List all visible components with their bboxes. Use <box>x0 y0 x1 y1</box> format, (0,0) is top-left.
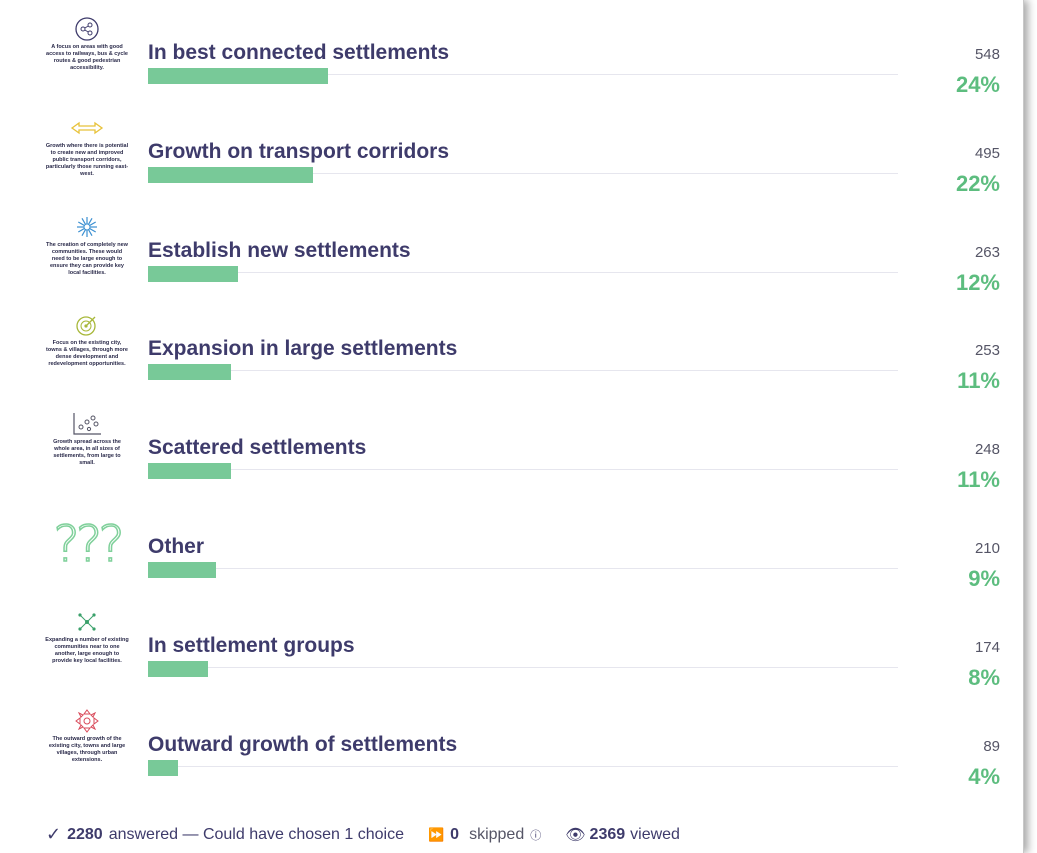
option-thumbnail: Focus on the existing city, towns & vill… <box>44 312 130 394</box>
vote-percentage: 4% <box>968 763 1000 789</box>
bar-track <box>148 469 898 471</box>
vote-count: 253 <box>974 342 1000 360</box>
option-caption: Growth where there is potential to creat… <box>45 142 129 177</box>
vote-count: 174 <box>974 638 1000 656</box>
check-icon: ✓ <box>46 824 62 844</box>
vote-percentage: 12% <box>955 269 1000 295</box>
option-thumbnail: ??? <box>44 510 130 592</box>
viewed-text: viewed <box>630 825 680 843</box>
option-caption: The creation of completely new communiti… <box>46 241 128 276</box>
skipped-count: 0 <box>450 825 460 843</box>
bar-track <box>148 666 898 668</box>
vote-count: 548 <box>974 46 1000 63</box>
result-bar <box>148 265 238 282</box>
option-caption: Growth spread across the whole area, in … <box>53 439 121 467</box>
vote-count: 248 <box>974 441 1000 459</box>
result-row: A focus on areas with good access to rai… <box>0 10 1023 109</box>
answered-count: 2280 <box>67 825 103 843</box>
option-label: Establish new settlements <box>148 238 411 262</box>
cluster-icon <box>75 609 99 635</box>
result-row: The creation of completely new communiti… <box>0 208 1023 307</box>
option-thumbnail: Expanding a number of existing communiti… <box>44 609 130 691</box>
result-bar <box>148 759 178 776</box>
result-bar <box>148 562 216 578</box>
option-caption: Expanding a number of existing communiti… <box>45 636 129 664</box>
option-caption: The outward growth of the existing city,… <box>48 735 126 763</box>
option-caption: Focus on the existing city, towns & vill… <box>46 340 128 368</box>
option-thumbnail: The creation of completely new communiti… <box>44 214 130 296</box>
option-caption: A focus on areas with good access to rai… <box>46 44 128 71</box>
scatter-plot-icon <box>71 411 103 437</box>
starburst-icon <box>75 214 99 240</box>
result-bar <box>148 364 231 381</box>
bar-track <box>148 765 898 767</box>
option-label: Other <box>148 535 205 558</box>
option-label: Growth on transport corridors <box>148 139 450 163</box>
result-row: Growth where there is potential to creat… <box>0 109 1023 208</box>
question-marks-icon: ??? <box>52 515 125 573</box>
info-icon[interactable]: ⓘ <box>530 827 541 843</box>
option-thumbnail: Growth spread across the whole area, in … <box>44 411 130 493</box>
eye-icon: 👁 <box>565 826 586 844</box>
answered-text: answered — Could have chosen 1 choice <box>108 825 404 843</box>
network-icon <box>74 16 100 42</box>
viewed-count: 2369 <box>589 825 626 843</box>
option-label: Expansion in large settlements <box>148 337 458 361</box>
option-label: In best connected settlements <box>148 41 450 64</box>
option-label: In settlement groups <box>148 633 355 657</box>
vote-percentage: 11% <box>957 467 1000 493</box>
vote-percentage: 22% <box>955 170 1000 196</box>
vote-percentage: 24% <box>955 72 1000 97</box>
bar-track <box>148 271 898 273</box>
vote-percentage: 8% <box>968 664 1000 690</box>
skipped-text: skipped <box>469 825 525 843</box>
option-label: Outward growth of settlements <box>148 732 458 756</box>
option-thumbnail: A focus on areas with good access to rai… <box>44 16 130 98</box>
result-row: Growth spread across the whole area, in … <box>0 405 1023 504</box>
result-row: ??? Other 210 9% <box>0 504 1023 603</box>
option-label: Scattered settlements <box>148 436 367 460</box>
result-row: The outward growth of the existing city,… <box>0 702 1023 801</box>
double-arrow-icon <box>70 115 104 141</box>
skip-icon: ⏩ <box>427 826 445 842</box>
vote-percentage: 9% <box>968 566 1000 591</box>
vote-count: 89 <box>983 737 1000 755</box>
bar-track <box>148 370 898 372</box>
result-row: Expanding a number of existing communiti… <box>0 603 1023 702</box>
option-thumbnail: Growth where there is potential to creat… <box>44 115 130 197</box>
results-panel: A focus on areas with good access to rai… <box>0 0 1024 853</box>
result-bar <box>148 463 231 480</box>
target-icon <box>75 312 99 338</box>
results-footer: ✓ 2280 answered — Could have chosen 1 ch… <box>46 824 680 845</box>
result-bar <box>148 166 313 183</box>
vote-percentage: 11% <box>957 368 1000 394</box>
outward-arrows-icon <box>75 708 99 734</box>
vote-count: 210 <box>974 540 1000 557</box>
bar-track <box>148 568 898 569</box>
option-thumbnail: The outward growth of the existing city,… <box>44 708 130 790</box>
result-bar <box>148 68 328 84</box>
result-bar <box>148 660 208 677</box>
vote-count: 263 <box>974 243 1000 261</box>
vote-count: 495 <box>974 144 1000 162</box>
result-row: Focus on the existing city, towns & vill… <box>0 306 1023 405</box>
